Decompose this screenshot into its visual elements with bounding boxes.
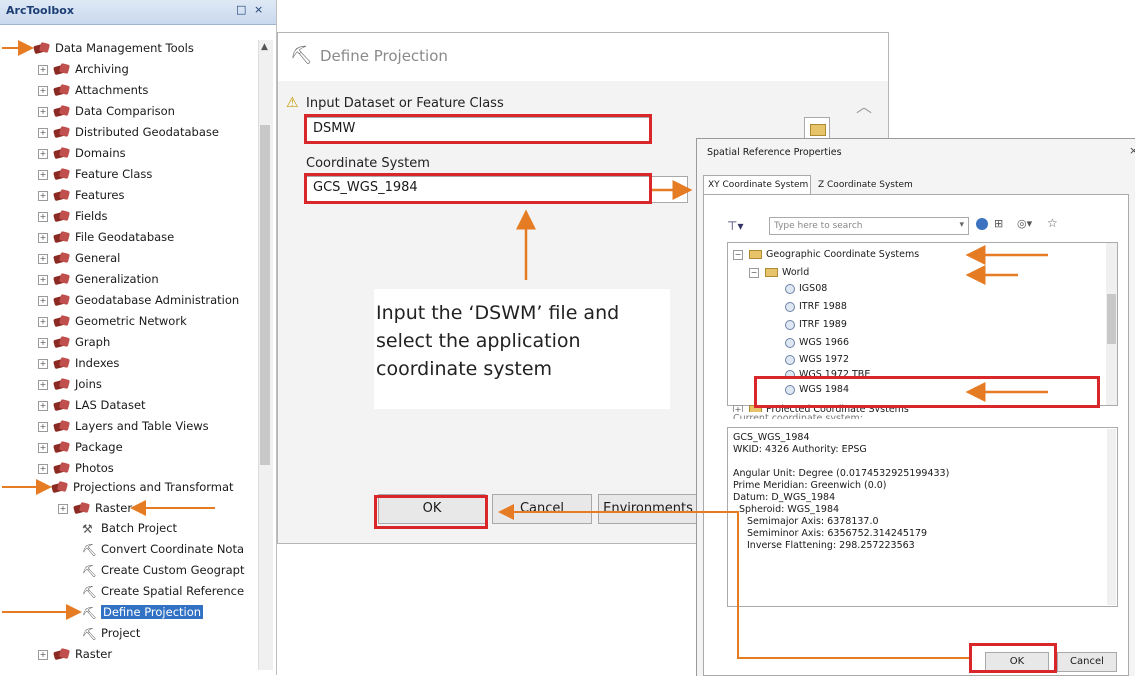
annotation-arrows [498, 180, 1048, 659]
ok-link-arrow [498, 504, 969, 659]
